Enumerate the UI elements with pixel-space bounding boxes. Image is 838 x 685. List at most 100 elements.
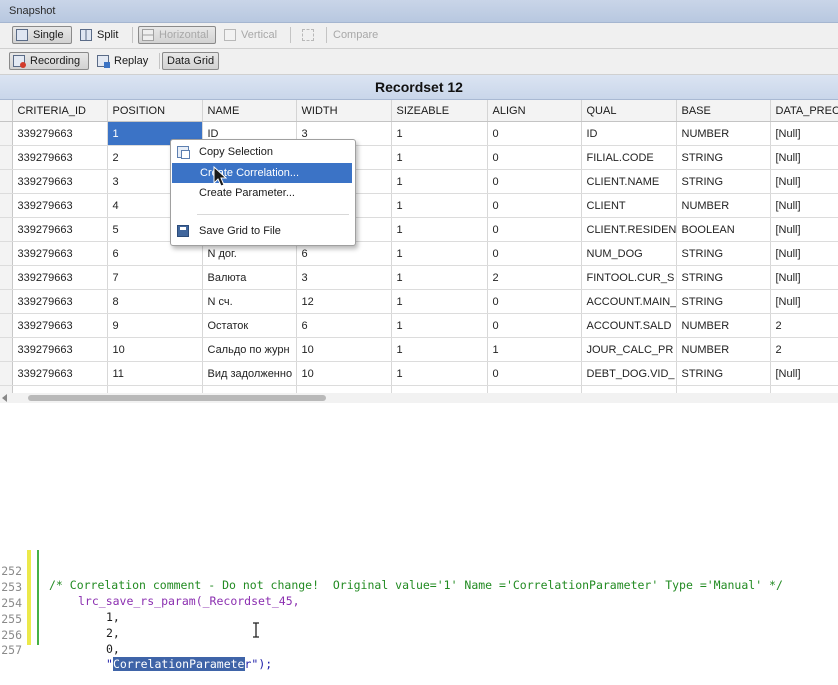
grid-cell[interactable]: JOUR_CALC_PR xyxy=(581,337,677,362)
grid-cell[interactable]: 2 xyxy=(770,313,838,338)
grid-cell[interactable]: 1 xyxy=(391,169,488,194)
grid-cell[interactable]: [Null] xyxy=(770,265,838,290)
grid-cell[interactable] xyxy=(391,385,488,393)
grid-cell[interactable]: 339279663 xyxy=(12,313,108,338)
column-header-width[interactable]: WIDTH xyxy=(296,100,392,122)
grid-cell[interactable]: [Null] xyxy=(770,193,838,218)
grid-cell[interactable]: NUMBER xyxy=(676,313,771,338)
table-row[interactable]: 339279663 11 Вид задолженно 10 1 0 DEBT_DOG.VI… xyxy=(0,361,838,386)
grid-cell[interactable]: ACCOUNT.MAIN_ xyxy=(581,289,677,314)
recording-tab[interactable]: Recording xyxy=(9,52,89,70)
code-line-256[interactable]: 256 0, xyxy=(0,614,838,656)
grid-cell[interactable]: STRING xyxy=(676,361,771,386)
menu-item-save-grid[interactable]: Save Grid to File xyxy=(171,221,355,241)
grid-cell[interactable]: 0 xyxy=(487,169,582,194)
grid-cell[interactable]: 339279663 xyxy=(12,385,108,393)
code-line-255[interactable]: 255 2, xyxy=(0,598,838,640)
table-row[interactable]: 339279663 9 Остаток 6 1 0 ACCOUNT.SALD NUMBER 2 xyxy=(0,313,838,338)
grid-cell[interactable]: 2 xyxy=(487,265,582,290)
grid-cell[interactable]: 3 xyxy=(296,265,392,290)
code-line-252[interactable]: 252 /* Correlation comment - Do not chan… xyxy=(0,550,838,592)
grid-cell[interactable]: 1 xyxy=(391,193,488,218)
grid-cell[interactable]: 339279663 xyxy=(12,145,108,170)
grid-cell[interactable]: NUMBER xyxy=(676,193,771,218)
data-grid-tab[interactable]: Data Grid xyxy=(162,52,219,70)
grid-cell[interactable]: STRING xyxy=(676,145,771,170)
grid-cell[interactable] xyxy=(296,385,392,393)
horizontal-layout-button[interactable]: Horizontal xyxy=(138,26,216,44)
grid-cell[interactable]: 339279663 xyxy=(12,169,108,194)
table-row[interactable]: 339279663 7 Валюта 3 1 2 FINTOOL.CUR_S STRING [N… xyxy=(0,265,838,290)
grid-cell[interactable]: 339279663 xyxy=(12,217,108,242)
row-header[interactable] xyxy=(0,361,13,386)
grid-cell[interactable]: ID xyxy=(581,121,677,146)
grid-cell[interactable]: Сальдо по журн xyxy=(202,337,297,362)
table-row[interactable]: 339279663 4 1 0 CLIENT NUMBER [Null] xyxy=(0,193,838,218)
grid-cell[interactable]: 1 xyxy=(391,241,488,266)
column-header-position[interactable]: POSITION xyxy=(107,100,203,122)
grid-cell[interactable]: Валюта xyxy=(202,265,297,290)
grid-cell[interactable]: 0 xyxy=(487,145,582,170)
grid-cell[interactable]: ACCOUNT.SALD xyxy=(581,313,677,338)
grid-cell[interactable]: 0 xyxy=(487,313,582,338)
grid-cell[interactable]: 339279663 xyxy=(12,337,108,362)
grid-cell[interactable]: CLIENT.RESIDEN xyxy=(581,217,677,242)
table-row[interactable]: 339279663 3 1 0 CLIENT.NAME STRING [Null] xyxy=(0,169,838,194)
grid-cell[interactable]: NUM_DOG xyxy=(581,241,677,266)
grid-cell[interactable]: FILIAL.CODE xyxy=(581,145,677,170)
single-view-button[interactable]: Single xyxy=(12,26,72,44)
grid-cell[interactable]: 0 xyxy=(487,241,582,266)
grid-cell[interactable]: Вид задолженно xyxy=(202,361,297,386)
menu-item-create-parameter[interactable]: Create Parameter... xyxy=(171,183,355,203)
grid-cell[interactable]: 339279663 xyxy=(12,241,108,266)
grid-cell[interactable]: 8 xyxy=(107,289,203,314)
row-header[interactable] xyxy=(0,337,13,362)
sync-button[interactable] xyxy=(299,26,321,44)
row-header[interactable] xyxy=(0,265,13,290)
grid-cell[interactable]: CLIENT.NAME xyxy=(581,169,677,194)
scroll-left-arrow-icon[interactable] xyxy=(2,394,7,402)
grid-cell[interactable]: 10 xyxy=(296,361,392,386)
grid-cell[interactable]: DEBT_DOG.SU xyxy=(581,385,677,393)
grid-cell[interactable]: 1 xyxy=(391,265,488,290)
grid-cell[interactable]: Остаток xyxy=(202,313,297,338)
table-row[interactable]: 339279663 10 Сальдо по журн 10 1 1 JOUR_CALC_P… xyxy=(0,337,838,362)
code-line-254[interactable]: 254 1, xyxy=(0,582,838,624)
grid-cell[interactable]: [Null] xyxy=(770,289,838,314)
column-header-base[interactable]: BASE xyxy=(676,100,771,122)
grid-cell[interactable]: 339279663 xyxy=(12,265,108,290)
grid-cell[interactable]: 6 xyxy=(296,313,392,338)
row-header[interactable] xyxy=(0,241,13,266)
grid-cell[interactable]: 0 xyxy=(487,217,582,242)
row-header[interactable] xyxy=(0,385,13,393)
grid-cell[interactable]: FINTOOL.CUR_S xyxy=(581,265,677,290)
table-row[interactable]: 339279663 6 N дог. 6 1 0 NUM_DOG STRING [Null] xyxy=(0,241,838,266)
grid-cell[interactable]: 1 xyxy=(487,337,582,362)
grid-cell[interactable]: 339279663 xyxy=(12,361,108,386)
row-header[interactable] xyxy=(0,121,13,146)
grid-cell[interactable]: 0 xyxy=(487,121,582,146)
grid-cell[interactable] xyxy=(770,385,838,393)
grid-cell[interactable]: 1 xyxy=(391,337,488,362)
grid-cell[interactable]: 339279663 xyxy=(12,193,108,218)
row-header[interactable] xyxy=(0,313,13,338)
grid-cell[interactable]: STRING xyxy=(676,289,771,314)
grid-cell[interactable]: 1 xyxy=(391,361,488,386)
grid-cell[interactable]: STRING xyxy=(676,169,771,194)
menu-item-copy-selection[interactable]: Copy Selection xyxy=(171,142,355,162)
grid-cell[interactable] xyxy=(487,385,582,393)
grid-cell[interactable]: 2 xyxy=(770,337,838,362)
grid-cell[interactable]: 0 xyxy=(487,289,582,314)
grid-cell[interactable]: 0 xyxy=(487,361,582,386)
grid-cell[interactable]: NUMBER xyxy=(676,385,771,393)
grid-cell[interactable]: NUMBER xyxy=(676,337,771,362)
row-header[interactable] xyxy=(0,169,13,194)
row-header[interactable] xyxy=(0,217,13,242)
grid-cell[interactable]: DEBT_DOG.VID_ xyxy=(581,361,677,386)
grid-cell[interactable]: 339279663 xyxy=(12,121,108,146)
menu-item-create-correlation[interactable]: Create Correlation... xyxy=(172,163,352,183)
table-row[interactable]: 339279663 2 1 0 FILIAL.CODE STRING [Null] xyxy=(0,145,838,170)
row-header[interactable] xyxy=(0,145,13,170)
code-line-253[interactable]: 253 lrc_save_rs_param(_Recordset_45, xyxy=(0,566,838,608)
table-row[interactable]: 339279663 1 ID 3 1 0 ID NUMBER [Null] xyxy=(0,121,838,146)
